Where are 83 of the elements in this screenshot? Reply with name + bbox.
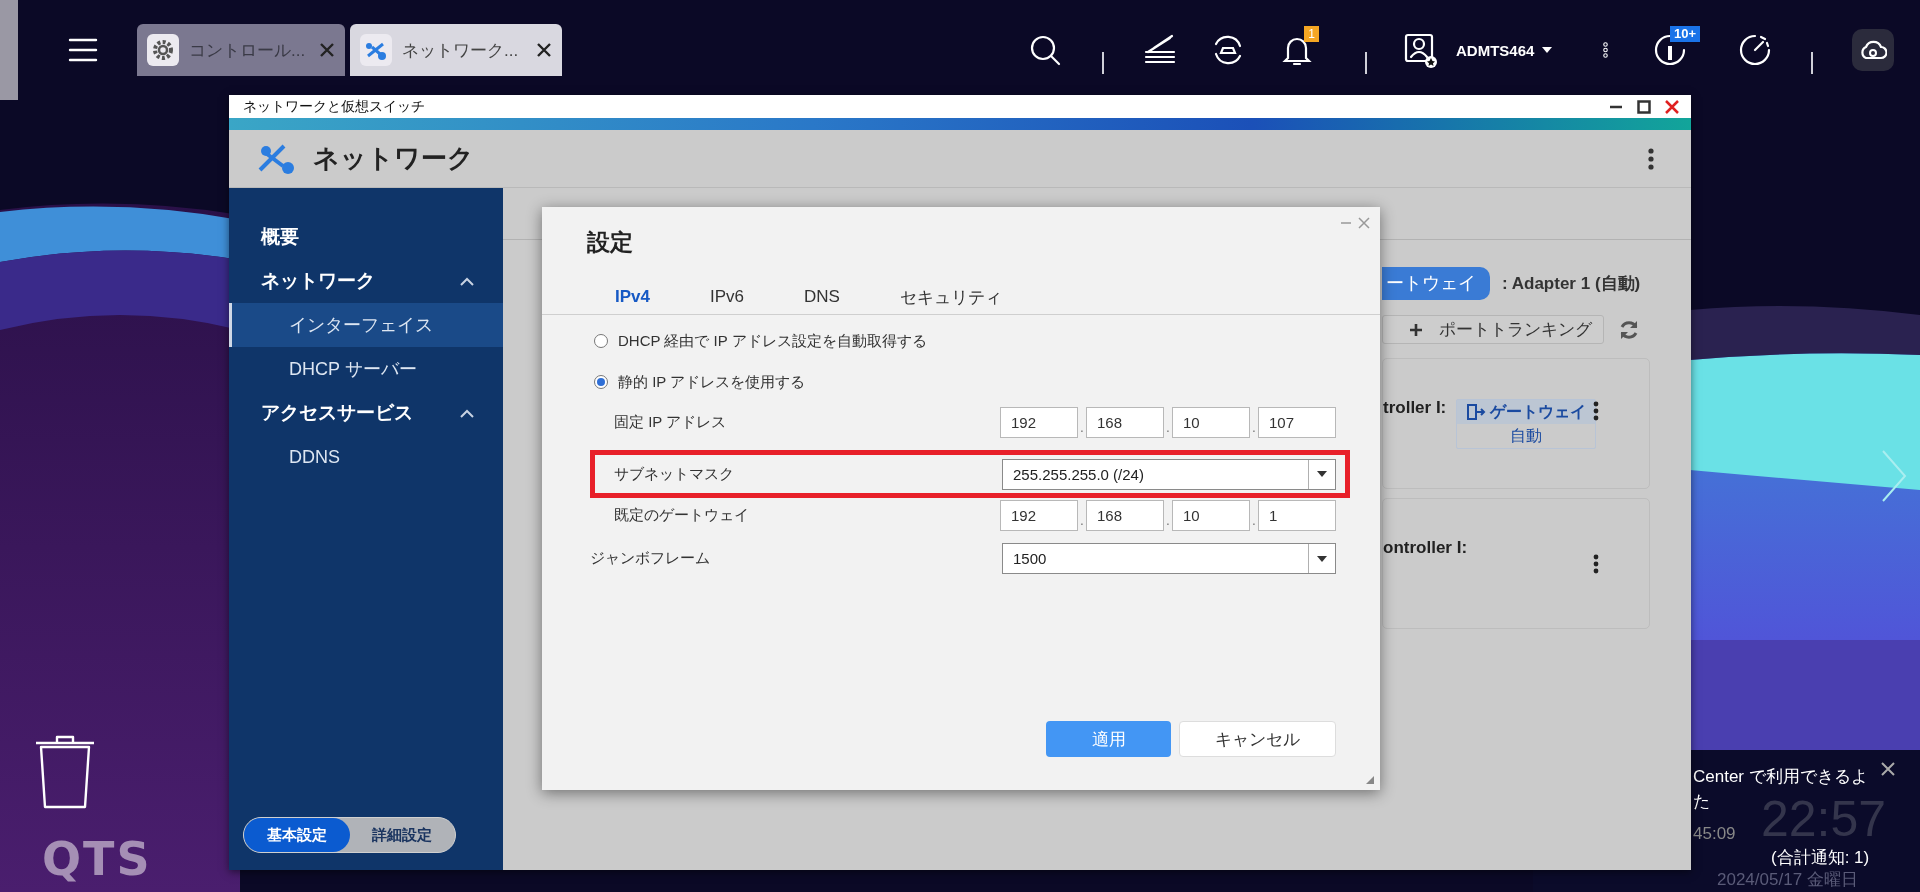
badge-status: 自動 [1509, 426, 1544, 446]
card-label: ontroller I: [1383, 538, 1468, 558]
input-field[interactable]: 10 [1172, 500, 1250, 531]
tab[interactable]: DNS [794, 287, 850, 307]
maximize-icon[interactable] [1637, 99, 1651, 114]
caret-icon[interactable] [1542, 47, 1553, 53]
card-label: troller I: [1383, 398, 1447, 418]
field-label: 既定のゲートウェイ [614, 506, 749, 525]
gateway-button[interactable]: ートウェイ [1382, 266, 1490, 300]
window-title: ネットワークと仮想スイッチ [243, 97, 426, 116]
sidebar-item[interactable]: ネットワーク [229, 259, 503, 303]
mode-toggle[interactable]: 詳細設定 [349, 818, 455, 852]
dialog-title: 設定 [587, 228, 634, 257]
field-label: サブネットマスク [614, 464, 734, 484]
menu-icon[interactable] [68, 37, 98, 63]
caret-icon[interactable] [1317, 555, 1327, 562]
gauge-icon[interactable] [1737, 32, 1773, 68]
adapter-label: : Adapter 1 (自動) [1502, 272, 1641, 295]
option-label: 静的 IP アドレスを使用する [618, 372, 806, 392]
trash-icon[interactable] [35, 734, 95, 810]
more-icon[interactable] [1592, 401, 1600, 421]
clock-date: 2024/05/17 金曜日 [1717, 870, 1858, 890]
sidebar-item[interactable]: アクセスサービス [229, 391, 503, 435]
input-field[interactable]: 192 [1000, 500, 1078, 531]
caret-icon[interactable] [1317, 471, 1327, 477]
octet-separator: . [1251, 420, 1257, 437]
sidebar-item[interactable]: インターフェイス [229, 303, 503, 347]
octet-separator: . [1165, 513, 1171, 530]
tab[interactable]: IPv4 [605, 287, 660, 307]
interface-card[interactable]: troller I: ゲートウェイ 自動 [1382, 358, 1650, 489]
info-badge: 10+ [1669, 26, 1700, 42]
input-field[interactable]: 1 [1258, 500, 1336, 531]
octet-separator: . [1079, 513, 1085, 530]
desktop-logo: QTS [42, 832, 152, 886]
notification-total: (合計通知: 1) [1771, 848, 1870, 868]
input-field[interactable]: 107 [1258, 407, 1336, 438]
tab[interactable]: IPv6 [700, 287, 754, 307]
field-label: 固定 IP アドレス [614, 413, 727, 432]
octet-separator: . [1165, 420, 1171, 437]
radio-button[interactable] [594, 375, 608, 389]
mode-toggle[interactable]: 基本設定 [244, 818, 350, 852]
interface-card[interactable]: ontroller I: [1382, 498, 1650, 629]
octet-separator: . [1251, 513, 1257, 530]
field-label: ジャンボフレーム [590, 549, 710, 568]
cloud-icon [1859, 39, 1887, 61]
port-trunking-button[interactable]: ポートトランキング [1382, 315, 1604, 344]
app-title: ネットワーク [313, 142, 475, 175]
notification-message: Center で利用できるよ [1693, 766, 1868, 788]
tab[interactable]: セキュリティ [889, 285, 1012, 309]
input-field[interactable]: 192 [1000, 407, 1078, 438]
badge-title: ゲートウェイ [1490, 401, 1587, 422]
dropdown[interactable]: 255.255.255.0 (/24) [1002, 458, 1336, 490]
app-icon [360, 34, 392, 66]
sidebar-item[interactable]: 概要 [229, 215, 503, 259]
close-icon[interactable] [1880, 761, 1896, 777]
octet-separator: . [1079, 420, 1085, 437]
user-icon[interactable] [1402, 32, 1438, 68]
sidebar-item[interactable]: DDNS [229, 435, 503, 479]
app-tab[interactable]: ネットワーク... [350, 24, 562, 76]
input-field[interactable]: 168 [1086, 407, 1164, 438]
input-field[interactable]: 10 [1172, 407, 1250, 438]
refresh-icon[interactable] [1618, 318, 1640, 341]
chevron-up-icon[interactable] [459, 276, 475, 286]
notification-time: 45:09 [1693, 824, 1736, 844]
app-icon [147, 34, 179, 66]
radio-button[interactable] [594, 334, 608, 348]
more-icon[interactable] [1592, 554, 1600, 574]
notification-message: た [1693, 791, 1710, 813]
close-icon[interactable] [536, 42, 552, 58]
option-label: DHCP 経由で IP アドレス設定を自動取得する [618, 331, 927, 351]
chevron-up-icon[interactable] [459, 408, 475, 418]
cloud-button[interactable] [1852, 29, 1894, 71]
dropdown[interactable]: 1500 [1002, 543, 1336, 574]
sidebar-item[interactable]: DHCP サーバー [229, 347, 503, 391]
more-icon[interactable] [1647, 147, 1655, 170]
gateway-icon [1466, 403, 1487, 421]
input-field[interactable]: 168 [1086, 500, 1164, 531]
cancel-button[interactable]: キャンセル [1179, 721, 1336, 757]
gateway-badge[interactable]: ゲートウェイ 自動 [1456, 399, 1597, 449]
plus-icon [1409, 322, 1423, 337]
notification-badge: 1 [1304, 26, 1319, 42]
resize-grip-icon[interactable] [1366, 776, 1374, 784]
user-name[interactable]: ADMTS464 [1456, 41, 1535, 59]
